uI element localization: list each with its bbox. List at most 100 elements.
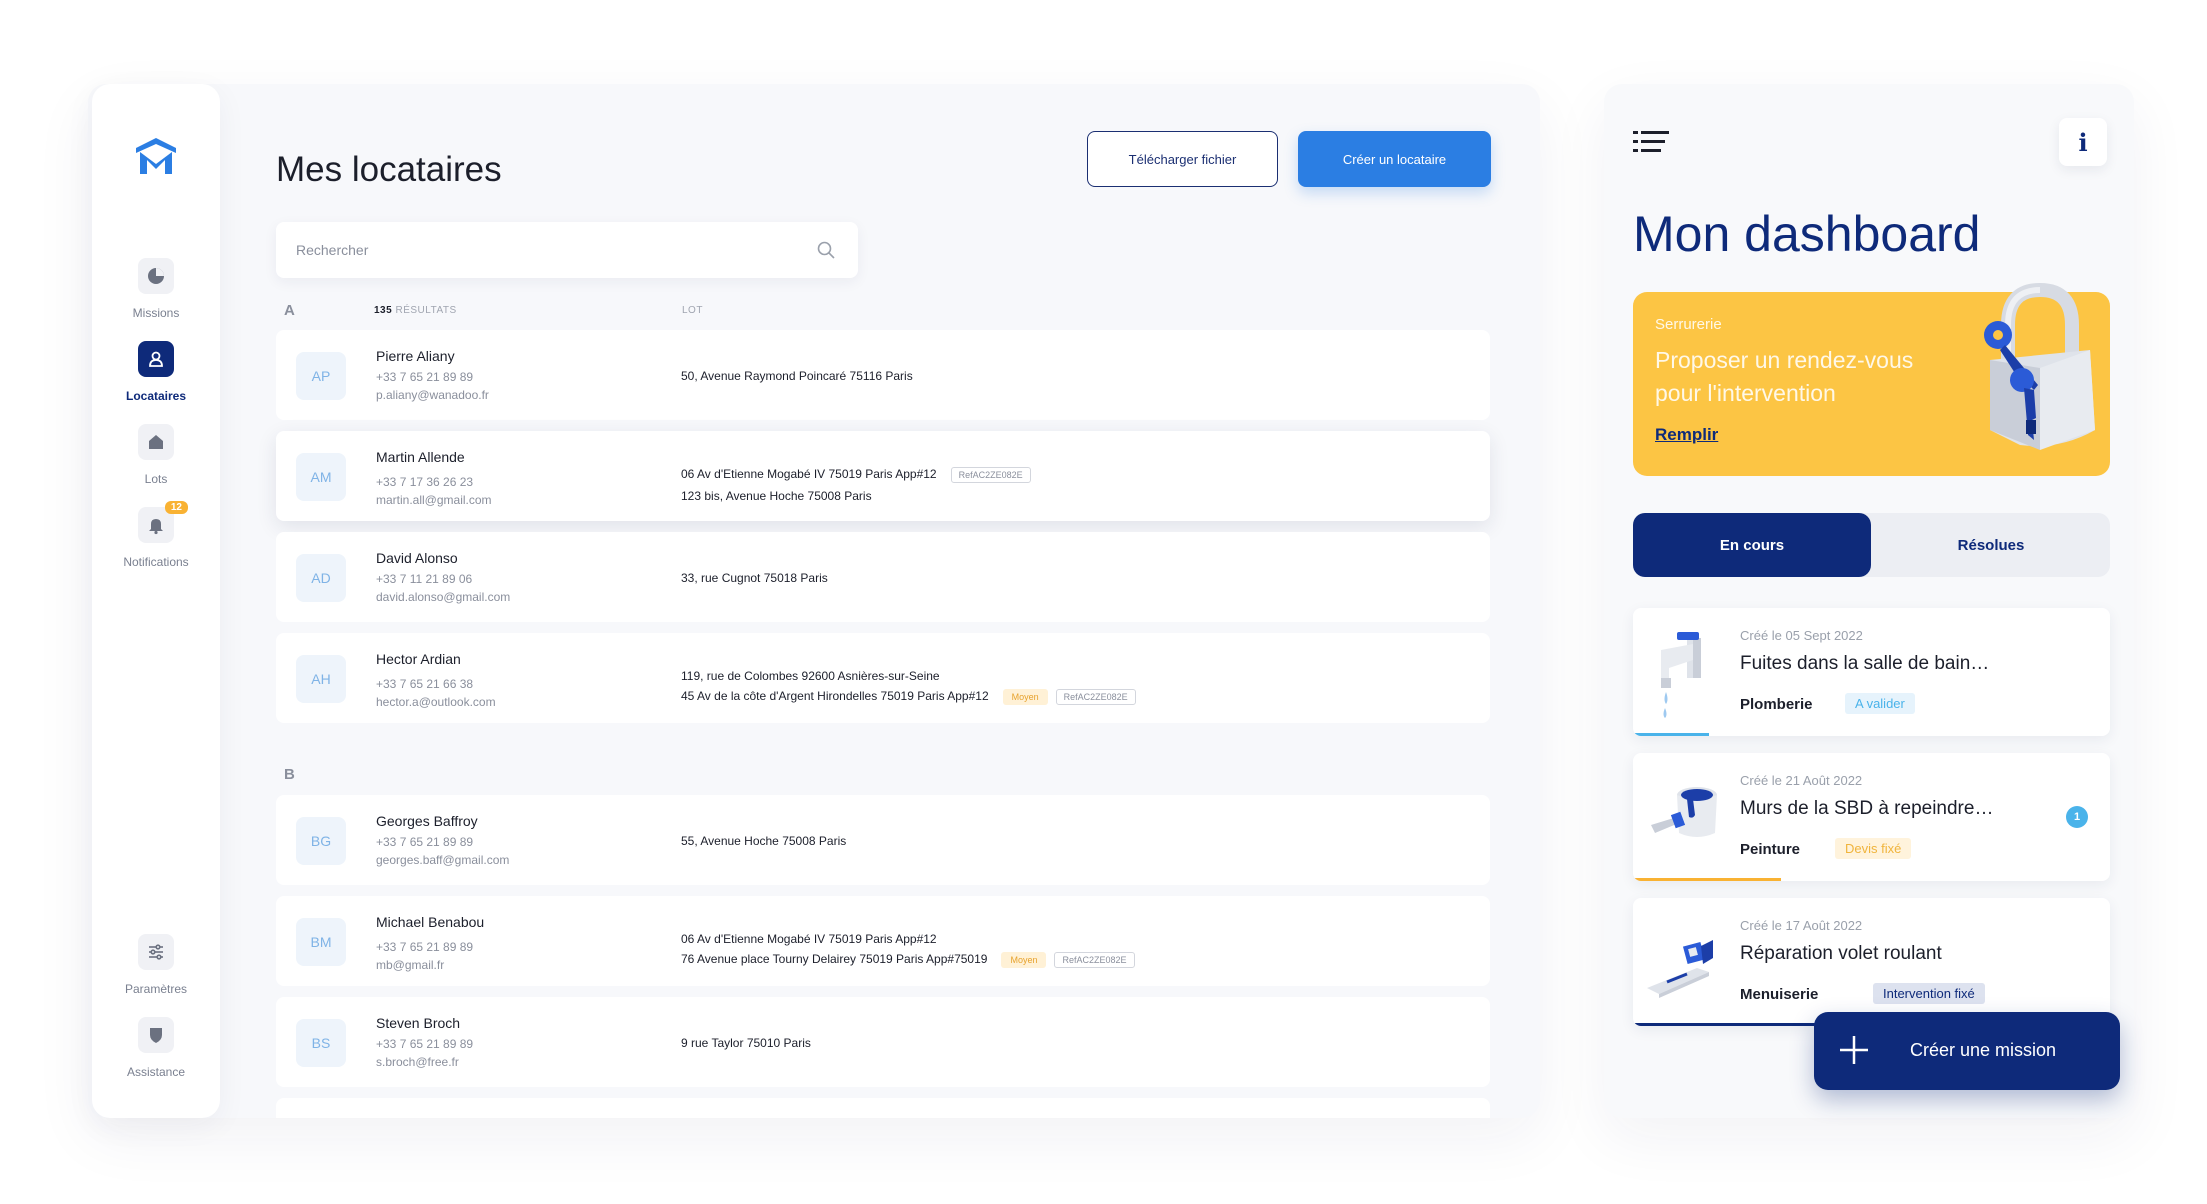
avatar: BM — [296, 918, 346, 966]
tab-en-cours[interactable]: En cours — [1633, 513, 1871, 577]
sidebar-item-locataires[interactable]: Locataires — [92, 341, 220, 403]
sidebar: Missions Locataires Lots 12 Notification… — [92, 84, 220, 1118]
lot-address: 9 rue Taylor 75010 Paris — [681, 1036, 811, 1050]
ref-tag: RefAC2ZE082E — [1054, 952, 1135, 968]
padlock-keys-icon — [1984, 282, 2095, 450]
avatar: BG — [296, 817, 346, 865]
ref-tag: RefAC2ZE082E — [950, 467, 1031, 483]
sliders-icon — [138, 934, 174, 970]
roller-shutter-icon — [1647, 940, 1713, 998]
lot-address: 119, rue de Colombes 92600 Asnières-sur-… — [681, 669, 940, 683]
table-row[interactable]: AD David Alonso +33 7 11 21 89 06 david.… — [276, 532, 1490, 622]
status-badge: Devis fixé — [1835, 838, 1912, 859]
group-letter: A — [284, 302, 295, 319]
mission-card[interactable]: Créé le 21 Août 2022 Murs de la SBD à re… — [1633, 753, 2110, 881]
avatar: AM — [296, 453, 346, 501]
tenant-name: Steven Broch — [376, 1015, 461, 1031]
tenant-name: Pierre Aliany — [376, 348, 455, 364]
table-row[interactable]: BM Michael Benabou +33 7 65 21 89 89 mb@… — [276, 896, 1490, 986]
plus-icon — [1840, 1036, 1868, 1064]
table-row[interactable]: BS Steven Broch +33 7 65 21 89 89 s.broc… — [276, 997, 1490, 1087]
mission-date: Créé le 21 Août 2022 — [1740, 773, 1863, 788]
sidebar-item-parametres[interactable]: Paramètres — [92, 934, 220, 996]
menu-icon[interactable] — [1633, 131, 1669, 153]
lot-address: 45 Av de la côte d'Argent Hirondelles 75… — [681, 689, 1136, 705]
tenant-email: mb@gmail.fr — [376, 958, 445, 972]
sidebar-item-missions[interactable]: Missions — [92, 258, 220, 320]
sidebar-item-label: Paramètres — [124, 982, 188, 996]
mission-category: Menuiserie — [1740, 986, 1819, 1003]
tab-resolues[interactable]: Résolues — [1872, 513, 2110, 577]
avatar: AH — [296, 655, 346, 703]
info-button[interactable]: i — [2059, 118, 2107, 166]
lot-address: 55, Avenue Hoche 75008 Paris — [681, 834, 847, 848]
priority-tag: Moyen — [1002, 689, 1048, 705]
sidebar-item-label: Locataires — [125, 389, 187, 403]
tenant-phone: +33 7 65 21 89 89 — [376, 370, 474, 384]
sidebar-item-lots[interactable]: Lots — [92, 424, 220, 486]
ref-tag: RefAC2ZE082E — [1055, 689, 1136, 705]
status-badge: A valider — [1845, 693, 1915, 714]
shield-icon — [138, 1017, 174, 1053]
avatar: AD — [296, 554, 346, 602]
mission-category: Plomberie — [1740, 696, 1813, 713]
group-letter: B — [284, 766, 295, 783]
status-badge: Intervention fixé — [1873, 983, 1985, 1004]
fill-link[interactable]: Remplir — [1655, 425, 1718, 445]
notification-badge: 12 — [164, 501, 188, 514]
lot-address: 06 Av d'Etienne Mogabé IV 75019 Paris Ap… — [681, 467, 1031, 483]
tenant-phone: +33 7 11 21 89 06 — [376, 572, 473, 586]
create-tenant-button[interactable]: Créer un locataire — [1298, 131, 1491, 187]
tenant-email: p.aliany@wanadoo.fr — [376, 388, 489, 402]
tenant-phone: +33 7 17 36 26 23 — [376, 475, 474, 489]
lot-address: 33, rue Cugnot 75018 Paris — [681, 571, 828, 585]
mission-date: Créé le 05 Sept 2022 — [1740, 628, 1863, 643]
sidebar-item-label: Assistance — [126, 1065, 186, 1079]
search-input[interactable] — [296, 222, 796, 278]
mission-title: Fuites dans la salle de bain… — [1740, 653, 1990, 674]
pie-chart-icon — [138, 258, 174, 294]
sidebar-item-assistance[interactable]: Assistance — [92, 1017, 220, 1079]
create-mission-button[interactable]: Créer une mission — [1814, 1012, 2120, 1090]
paint-bucket-icon — [1651, 787, 1717, 837]
tenant-name: Martin Allende — [376, 449, 465, 465]
tenant-name: David Alonso — [376, 550, 458, 566]
priority-tag: Moyen — [1001, 952, 1047, 968]
sidebar-item-label: Notifications — [123, 555, 189, 569]
tenant-email: martin.all@gmail.com — [376, 493, 492, 507]
faucet-icon — [1661, 632, 1701, 718]
sidebar-item-label: Lots — [144, 472, 168, 486]
promo-title: Proposer un rendez-vous pour l'intervent… — [1655, 347, 1914, 406]
search-icon[interactable] — [816, 240, 836, 260]
table-row[interactable]: AH Hector Ardian +33 7 65 21 66 38 hecto… — [276, 633, 1490, 723]
bell-icon: 12 — [138, 501, 188, 543]
tenant-email: hector.a@outlook.com — [376, 695, 496, 709]
tenant-name: Michael Benabou — [376, 914, 485, 930]
home-icon — [138, 424, 174, 460]
tenant-phone: +33 7 65 21 66 38 — [376, 677, 474, 691]
lot-address: 06 Av d'Etienne Mogabé IV 75019 Paris Ap… — [681, 932, 937, 946]
message-count-badge[interactable]: 1 — [2066, 806, 2088, 828]
dashboard-title: Mon dashboard — [1633, 206, 1981, 262]
create-mission-label: Créer une mission — [1910, 1040, 2057, 1060]
tenant-name: Georges Baffroy — [376, 813, 478, 829]
mission-date: Créé le 17 Août 2022 — [1740, 918, 1863, 933]
page-title: Mes locataires — [276, 150, 502, 189]
logo-icon[interactable] — [134, 136, 178, 176]
promo-category: Serrurerie — [1655, 316, 1722, 333]
download-file-button[interactable]: Télécharger fichier — [1087, 131, 1278, 187]
table-row[interactable]: BG Georges Baffroy +33 7 65 21 89 89 geo… — [276, 795, 1490, 885]
avatar: BS — [296, 1019, 346, 1067]
sidebar-item-notifications[interactable]: 12 Notifications — [92, 501, 220, 569]
mission-card[interactable]: Créé le 05 Sept 2022 Fuites dans la sall… — [1633, 608, 2110, 736]
mission-card[interactable]: Créé le 17 Août 2022 Réparation volet ro… — [1633, 898, 2110, 1026]
table-row[interactable]: AM Martin Allende +33 7 17 36 26 23 mart… — [276, 431, 1490, 521]
tenant-phone: +33 7 65 21 89 89 — [376, 835, 474, 849]
tenant-email: s.broch@free.fr — [376, 1055, 459, 1069]
missions-tabs: En cours Résolues — [1633, 513, 2110, 577]
avatar: AP — [296, 352, 346, 400]
sidebar-item-label: Missions — [132, 306, 180, 320]
tenant-name: Hector Ardian — [376, 651, 461, 667]
table-row[interactable]: AP Pierre Aliany +33 7 65 21 89 89 p.ali… — [276, 330, 1490, 420]
tenant-phone: +33 7 65 21 89 89 — [376, 940, 474, 954]
